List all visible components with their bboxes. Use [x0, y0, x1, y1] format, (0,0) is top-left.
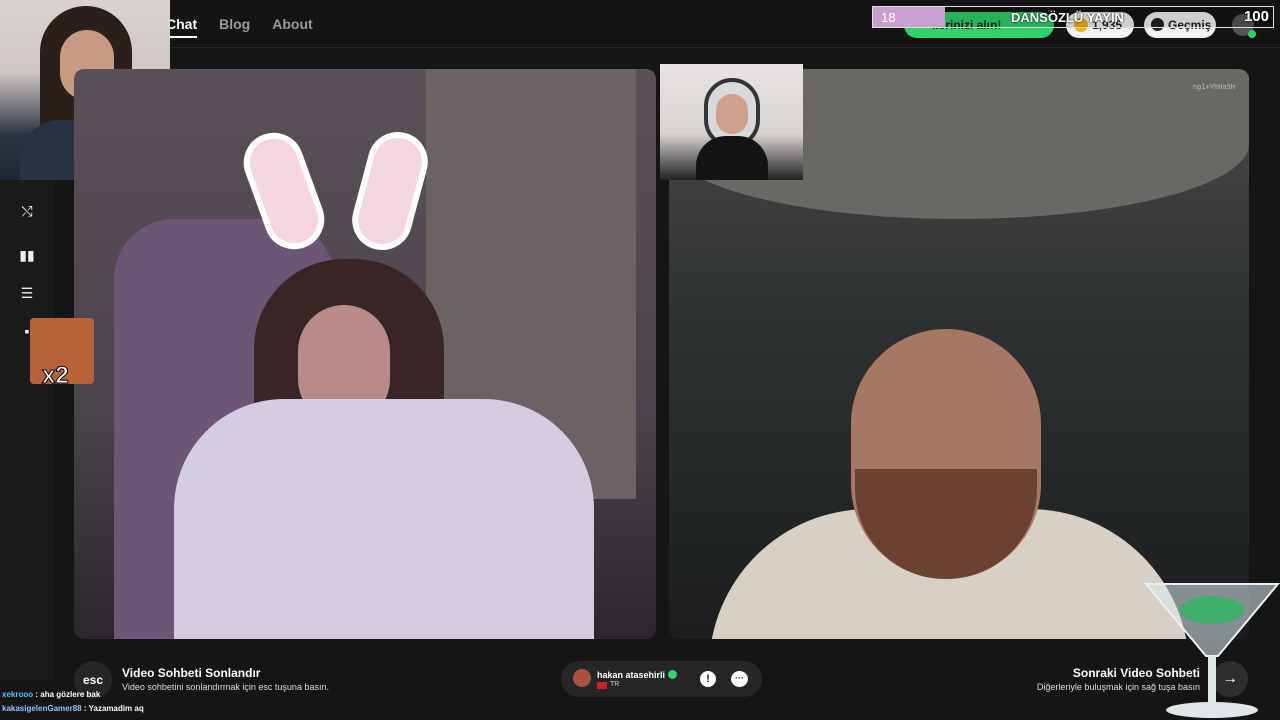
main-nav: Chat Blog About	[166, 16, 313, 38]
emote-sticker: x2	[30, 318, 94, 390]
local-person-jacket	[174, 399, 594, 639]
layout-side-by-side-icon[interactable]: ▮▮	[14, 242, 40, 268]
end-chat-title: Video Sohbeti Sonlandır	[122, 666, 261, 680]
report-icon[interactable]: !	[700, 671, 716, 687]
bunny-ear-right	[345, 125, 435, 257]
layout-stacked-icon[interactable]: ☰	[14, 280, 40, 306]
nav-chat[interactable]: Chat	[166, 16, 198, 38]
peer-info-pill: hakan atasehirli TR ! ···	[561, 661, 762, 697]
layout-sidebar: ⤭ ▮▮ ☰ ▪	[0, 180, 54, 680]
martini-glass-graphic	[1144, 583, 1280, 718]
emote-multiplier: x2	[42, 362, 70, 390]
chat-line: kakasigelenGamer88 : Yazamadim aq	[2, 704, 144, 713]
pip-face	[716, 94, 748, 134]
goal-target: 100	[1243, 8, 1269, 25]
chat-line: xekrooo : aha gözlere bak	[2, 690, 101, 699]
chat-username: xekrooo	[2, 690, 34, 699]
verified-shield-icon	[668, 670, 677, 679]
goal-label: DANSÖZLÜ YAYIN	[1011, 10, 1124, 25]
chat-username: kakasigelenGamer88	[2, 704, 82, 713]
local-video	[74, 69, 656, 639]
nav-about[interactable]: About	[272, 16, 312, 38]
end-chat-description: Video sohbetini sonlandırmak için esc tu…	[122, 682, 329, 692]
turkey-flag-icon	[597, 682, 607, 689]
pip-body	[696, 136, 768, 180]
picture-in-picture-cam	[660, 64, 803, 180]
nav-blog[interactable]: Blog	[219, 16, 250, 38]
chat-message: aha gözlere bak	[40, 690, 101, 699]
app-root: Chat Blog About llerinizi alın! 1,935 Ge…	[0, 0, 1280, 720]
chat-log: xekrooo : aha gözlere bak kakasigelenGam…	[2, 690, 144, 718]
video-watermark: ng1+YhHa9H	[1192, 83, 1235, 91]
chat-bubble-icon[interactable]: ···	[731, 671, 748, 687]
stream-goal-bar: 18 DANSÖZLÜ YAYIN 100	[872, 6, 1274, 28]
peer-name: hakan atasehirli	[597, 670, 666, 680]
peer-country: TR	[610, 681, 620, 688]
shuffle-icon[interactable]: ⤭	[14, 198, 40, 224]
chat-message: Yazamadim aq	[88, 704, 144, 713]
peer-avatar[interactable]	[573, 669, 591, 687]
goal-current-count: 18	[881, 10, 896, 25]
